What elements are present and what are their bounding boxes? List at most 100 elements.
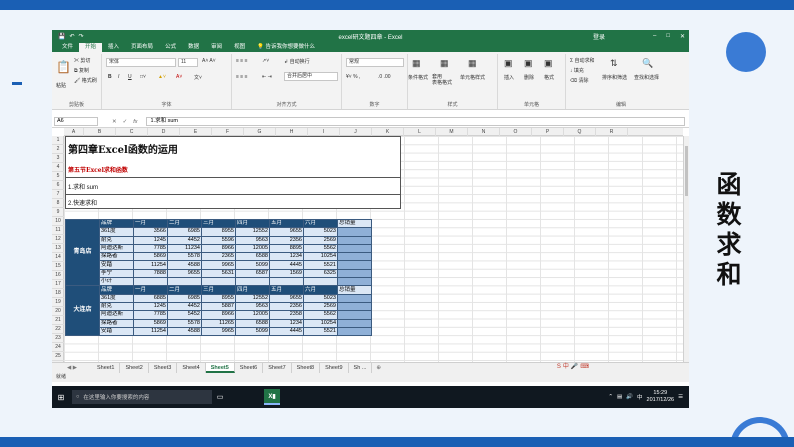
column-header[interactable]: P xyxy=(532,128,564,136)
value-cell[interactable] xyxy=(201,277,236,287)
header-cell[interactable]: 三月 xyxy=(201,218,236,229)
row-header[interactable]: 21 xyxy=(52,316,64,325)
tab-page-layout[interactable]: 页面布局 xyxy=(125,43,159,52)
tell-me-search[interactable]: 💡 告诉我你想要做什么 xyxy=(257,43,315,52)
minimize-button[interactable]: – xyxy=(653,33,656,40)
store-name-cell[interactable]: 青岛店 xyxy=(65,218,100,287)
tab-file[interactable]: 文件 xyxy=(56,43,79,52)
insert-cells-button[interactable]: 插入 xyxy=(504,74,514,81)
cut-button[interactable]: ✂ 剪切 xyxy=(74,57,90,64)
brand-cell[interactable]: 小计 xyxy=(99,277,134,287)
volume-icon[interactable]: 🔊 xyxy=(626,394,633,400)
tab-review[interactable]: 审阅 xyxy=(205,43,228,52)
value-cell[interactable]: 6587 xyxy=(235,268,270,279)
value-cell[interactable] xyxy=(167,277,202,287)
brand-cell[interactable]: 阿迪达斯 xyxy=(99,243,134,254)
row-header[interactable]: 24 xyxy=(52,343,64,352)
value-cell[interactable]: 1245 xyxy=(133,301,168,312)
value-cell[interactable]: 12552 xyxy=(235,227,270,237)
tab-formulas[interactable]: 公式 xyxy=(159,43,182,52)
tab-data[interactable]: 数据 xyxy=(182,43,205,52)
value-cell[interactable]: 9965 xyxy=(201,326,236,337)
cell-styles-button[interactable]: 单元格样式 xyxy=(460,74,485,81)
header-cell[interactable]: 品牌 xyxy=(99,285,134,295)
cell-area[interactable]: 第四章Excel函数的运用 第五节Excel求和函数 1.求和 sum 2.快速… xyxy=(64,136,683,362)
ime-keyboard-icon[interactable]: ⌨ xyxy=(580,363,589,372)
maximize-button[interactable]: □ xyxy=(666,33,670,40)
ime-lang-icon[interactable]: 中 xyxy=(563,363,569,372)
total-cell[interactable] xyxy=(337,277,372,287)
phonetic-icon[interactable]: 文˅ xyxy=(194,74,202,81)
sheet-tab[interactable]: Sheet7 xyxy=(263,363,292,373)
fill-color-icon[interactable]: ▲˅ xyxy=(158,74,166,80)
value-cell[interactable]: 6885 xyxy=(133,293,168,303)
value-cell[interactable]: 7785 xyxy=(133,310,168,320)
cond-format-button[interactable]: 条件格式 xyxy=(408,74,428,81)
accounting-icon[interactable]: ¥˅ % , xyxy=(346,74,360,80)
value-cell[interactable]: 9655 xyxy=(269,227,304,237)
value-cell[interactable] xyxy=(235,277,270,287)
formula-input[interactable]: 1.求和 sum xyxy=(145,117,685,126)
excel-taskbar-icon[interactable]: X▮ xyxy=(264,389,280,405)
font-size-select[interactable]: 11 xyxy=(178,58,198,67)
brand-cell[interactable]: 李宁 xyxy=(99,268,134,279)
value-cell[interactable] xyxy=(303,277,338,287)
total-cell[interactable] xyxy=(337,301,372,312)
row-header[interactable]: 5 xyxy=(52,172,64,181)
sheet-item-2[interactable]: 2.快速求和 xyxy=(68,198,97,207)
value-cell[interactable]: 6588 xyxy=(235,252,270,262)
column-header[interactable]: A xyxy=(64,128,84,136)
value-cell[interactable]: 4452 xyxy=(167,235,202,245)
value-cell[interactable]: 12005 xyxy=(235,243,270,254)
header-cell[interactable]: 五月 xyxy=(269,218,304,229)
font-grow-icon[interactable]: A˄ A˅ xyxy=(202,58,216,64)
column-header[interactable]: L xyxy=(404,128,436,136)
name-box[interactable]: A6 xyxy=(54,117,98,126)
total-cell[interactable] xyxy=(337,310,372,320)
ime-mic-icon[interactable]: 🎤 xyxy=(571,363,578,372)
column-header[interactable]: E xyxy=(180,128,212,136)
bold-button[interactable]: B xyxy=(108,74,112,80)
sheet-item-1[interactable]: 1.求和 sum xyxy=(68,182,98,191)
fill-button[interactable]: ↓ 填充 xyxy=(570,67,584,74)
value-cell[interactable]: 5562 xyxy=(303,243,338,254)
value-cell[interactable]: 9655 xyxy=(167,268,202,279)
row-header[interactable]: 22 xyxy=(52,325,64,334)
header-cell[interactable]: 六月 xyxy=(303,218,338,229)
confirm-icon[interactable]: ✓ xyxy=(123,119,128,125)
scroll-thumb[interactable] xyxy=(685,146,688,196)
sort-filter-icon[interactable]: ⇅ xyxy=(610,58,618,69)
value-cell[interactable]: 4445 xyxy=(269,326,304,337)
total-cell[interactable] xyxy=(337,268,372,279)
value-cell[interactable]: 1234 xyxy=(269,252,304,262)
add-sheet-button[interactable]: ⊕ xyxy=(376,365,381,371)
row-header[interactable]: 19 xyxy=(52,298,64,307)
row-header[interactable]: 17 xyxy=(52,280,64,289)
store-name-cell[interactable]: 大连店 xyxy=(65,285,100,337)
align-left-icon[interactable]: ≡ ≡ ≡ xyxy=(236,74,248,80)
find-select-button[interactable]: 查找和选择 xyxy=(634,74,659,81)
header-cell[interactable]: 五月 xyxy=(269,285,304,295)
brand-cell[interactable]: 361度 xyxy=(99,227,134,237)
cell-styles-icon[interactable]: ▦ xyxy=(468,58,477,69)
header-cell[interactable]: 四月 xyxy=(235,285,270,295)
row-header[interactable]: 15 xyxy=(52,262,64,271)
row-header[interactable]: 12 xyxy=(52,235,64,244)
sheet-tab[interactable]: Sheet1 xyxy=(92,363,121,373)
value-cell[interactable]: 4445 xyxy=(269,260,304,270)
delete-cells-button[interactable]: 删除 xyxy=(524,74,534,81)
value-cell[interactable]: 5099 xyxy=(235,326,270,337)
table-format-icon[interactable]: ▦ xyxy=(440,58,449,69)
login-button[interactable]: 登录 xyxy=(593,32,605,41)
row-header[interactable]: 14 xyxy=(52,253,64,262)
value-cell[interactable]: 8895 xyxy=(269,243,304,254)
value-cell[interactable]: 5869 xyxy=(133,252,168,262)
row-header[interactable]: 20 xyxy=(52,307,64,316)
copy-button[interactable]: ⧉ 复制 xyxy=(74,67,89,74)
value-cell[interactable]: 9563 xyxy=(235,235,270,245)
wrap-text-button[interactable]: ↲ 自动换行 xyxy=(284,58,310,65)
tab-view[interactable]: 视图 xyxy=(228,43,251,52)
font-name-select[interactable]: 宋体 xyxy=(106,58,176,67)
merge-center-button[interactable]: 合并后居中 xyxy=(284,72,338,81)
sheet-tab[interactable]: Sheet3 xyxy=(149,363,178,373)
